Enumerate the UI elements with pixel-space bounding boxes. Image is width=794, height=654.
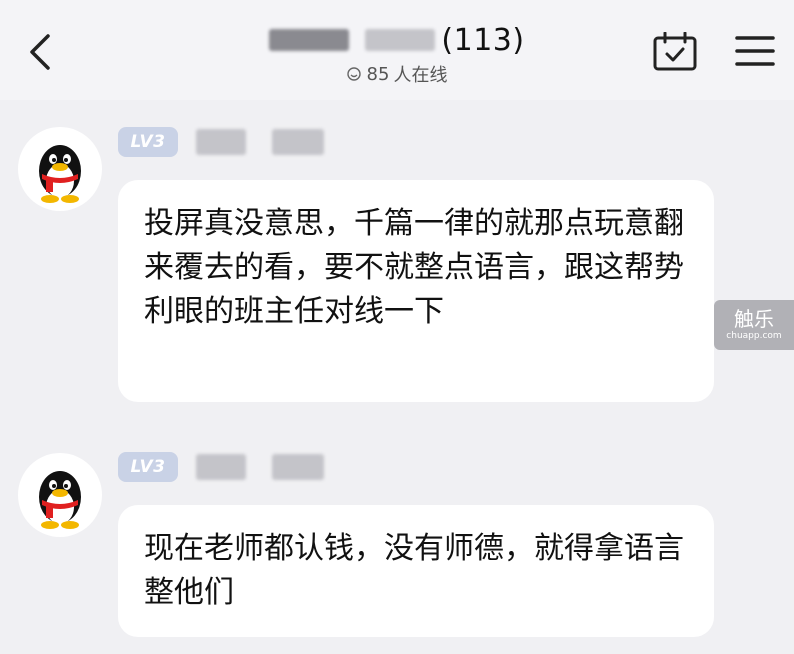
watermark-sub: chuapp.com	[726, 331, 782, 341]
watermark-main: 触乐	[734, 307, 774, 331]
online-count: 85	[366, 63, 390, 85]
sender-title-redacted	[272, 129, 324, 155]
sender-meta: LV3	[118, 451, 324, 483]
level-badge: LV3	[118, 127, 178, 157]
message-bubble[interactable]: 现在老师都认钱，没有师德，就得拿语言整他们	[118, 505, 714, 637]
sender-meta: LV3	[118, 126, 324, 158]
online-label: 人在线	[393, 65, 448, 86]
qq-penguin-icon	[39, 145, 81, 203]
sender-name-redacted	[196, 129, 246, 155]
chat-header: (113) 85 人在线	[0, 0, 794, 100]
avatar[interactable]	[18, 453, 102, 537]
watermark-logo: 触乐 chuapp.com	[714, 300, 794, 350]
avatar[interactable]	[18, 127, 102, 211]
calendar-check-icon	[653, 31, 697, 71]
qq-penguin-icon	[39, 471, 81, 529]
menu-button[interactable]	[735, 34, 775, 68]
sender-name-redacted	[196, 454, 246, 480]
level-badge: LV3	[118, 452, 178, 482]
online-smile-icon	[346, 67, 361, 81]
sender-title-redacted	[272, 454, 324, 480]
message-bubble[interactable]: 投屏真没意思，千篇一律的就那点玩意翻来覆去的看，要不就整点语言，跟这帮势利眼的班…	[118, 180, 714, 402]
member-count: (113)	[441, 22, 525, 58]
group-name-redacted	[269, 29, 350, 51]
menu-icon	[735, 36, 775, 66]
calendar-button[interactable]	[652, 31, 698, 72]
group-name-redacted-2	[365, 29, 436, 51]
